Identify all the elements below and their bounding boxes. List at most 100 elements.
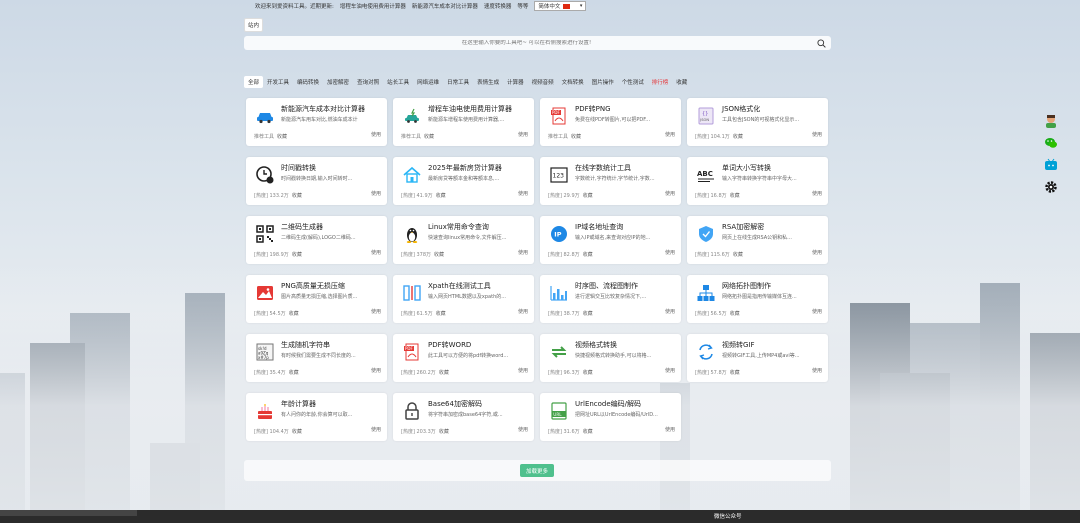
- tool-title[interactable]: Linux常用命令查询: [428, 222, 489, 232]
- avatar-icon[interactable]: [1043, 113, 1059, 129]
- favorite-link[interactable]: 收藏: [439, 370, 449, 376]
- gear-icon[interactable]: [1043, 179, 1059, 195]
- favorite-link[interactable]: 收藏: [730, 193, 740, 199]
- use-link[interactable]: 使用: [371, 131, 381, 138]
- category-tab[interactable]: 加密解密: [323, 76, 353, 88]
- category-tab[interactable]: 编码转换: [293, 76, 323, 88]
- tool-card[interactable]: 时间戳转换 时间戳转换日期,输入时间转时... [热度] 133.2万 收藏 使用: [246, 157, 387, 205]
- tool-card[interactable]: ABC 单词大小写转换 输入字符串转换字符串中字母大... [热度] 16.8万…: [687, 157, 828, 205]
- use-link[interactable]: 使用: [518, 426, 528, 433]
- category-tab[interactable]: 计算器: [503, 76, 528, 88]
- favorite-link[interactable]: 收藏: [289, 370, 299, 376]
- favorite-link[interactable]: 收藏: [583, 311, 593, 317]
- footer-wechat-label[interactable]: 微信公众号: [714, 512, 742, 520]
- tool-card[interactable]: Base64加密解码 将字符串加密成base64字符,或... [热度] 203…: [393, 393, 534, 441]
- tool-card[interactable]: Xpath在线测试工具 输入网页HTML数据以及xpath的... [热度] 6…: [393, 275, 534, 323]
- favorite-link[interactable]: 收藏: [730, 311, 740, 317]
- category-tab[interactable]: 图片操作: [588, 76, 618, 88]
- tool-title[interactable]: 新能源汽车成本对比计算器: [281, 104, 365, 114]
- tool-card[interactable]: PNG高质量无损压缩 图片高质量无损压缩,选择图片质... [热度] 54.5万…: [246, 275, 387, 323]
- search-button[interactable]: [814, 37, 828, 49]
- tool-card[interactable]: 视频格式转换 快捷视频格式转换助手,可以将格... [热度] 96.3万 收藏 使…: [540, 334, 681, 382]
- favorite-link[interactable]: 收藏: [733, 134, 743, 140]
- category-tab[interactable]: 文档转换: [558, 76, 588, 88]
- tool-card[interactable]: 视频转GIF 视频转GIF工具,上传MP4或avi等... [热度] 57.8万…: [687, 334, 828, 382]
- favorite-link[interactable]: 收藏: [292, 193, 302, 199]
- tool-card[interactable]: 网络拓扑图制作 网络拓扑图是指用传输媒体互连... [热度] 56.5万 收藏 使…: [687, 275, 828, 323]
- tool-card[interactable]: PDF PDF转WORD 此工具可以方便的将pdf转换word... [热度] …: [393, 334, 534, 382]
- tool-card[interactable]: IP IP域名地址查询 输入IP或域名,来查询对应IP的地... [热度] 82…: [540, 216, 681, 264]
- use-link[interactable]: 使用: [518, 131, 528, 138]
- category-tab[interactable]: 表情生成: [473, 76, 503, 88]
- use-link[interactable]: 使用: [812, 131, 822, 138]
- tool-title[interactable]: 增程车油电使用费用计算器: [428, 104, 512, 114]
- use-link[interactable]: 使用: [665, 190, 675, 197]
- tool-title[interactable]: 时间戳转换: [281, 163, 316, 173]
- tool-card[interactable]: 时序图、流程图制作 进行逻辑交互比较复杂情况下,... [热度] 38.7万 收藏…: [540, 275, 681, 323]
- use-link[interactable]: 使用: [371, 426, 381, 433]
- tool-card[interactable]: 123 在线字数统计工具 字数统计,字符统计,字节统计,字数... [热度] 2…: [540, 157, 681, 205]
- search-tab-site[interactable]: 站内: [244, 17, 264, 32]
- tool-card[interactable]: {} JSON JSON格式化 工具包含JSON的可视格式化显示... [热度] …: [687, 98, 828, 146]
- favorite-link[interactable]: 收藏: [277, 134, 287, 140]
- tool-card[interactable]: Linux常用命令查询 快速查询linux常用命令,文件解压... [热度] 3…: [393, 216, 534, 264]
- search-input[interactable]: [244, 40, 809, 46]
- notice-link[interactable]: 速度转换器: [484, 2, 512, 10]
- bilibili-icon[interactable]: [1043, 157, 1059, 173]
- tool-title[interactable]: RSA加密解密: [722, 222, 764, 232]
- tool-title[interactable]: 在线字数统计工具: [575, 163, 631, 173]
- use-link[interactable]: 使用: [665, 367, 675, 374]
- favorite-link[interactable]: 收藏: [583, 252, 593, 258]
- use-link[interactable]: 使用: [665, 249, 675, 256]
- tool-title[interactable]: JSON格式化: [722, 104, 760, 114]
- use-link[interactable]: 使用: [812, 308, 822, 315]
- tool-title[interactable]: IP域名地址查询: [575, 222, 623, 232]
- tool-title[interactable]: 视频格式转换: [575, 340, 617, 350]
- tool-title[interactable]: 2025年最新房贷计算器: [428, 163, 502, 173]
- use-link[interactable]: 使用: [518, 367, 528, 374]
- category-tab[interactable]: 站长工具: [383, 76, 413, 88]
- use-link[interactable]: 使用: [665, 426, 675, 433]
- favorite-link[interactable]: 收藏: [289, 311, 299, 317]
- category-tab[interactable]: 视频音频: [528, 76, 558, 88]
- category-tab[interactable]: 全部: [244, 76, 264, 88]
- tool-title[interactable]: 生成随机字符串: [281, 340, 330, 350]
- category-tab[interactable]: 排行榜: [648, 76, 673, 88]
- tool-title[interactable]: 网络拓扑图制作: [722, 281, 771, 291]
- tool-title[interactable]: Xpath在线测试工具: [428, 281, 491, 291]
- category-tab[interactable]: 收藏: [672, 76, 691, 88]
- wechat-icon[interactable]: [1043, 135, 1059, 151]
- tool-card[interactable]: 新能源汽车成本对比计算器 新能源汽车用车对比,燃油车成本计 推荐工具 收藏 使用: [246, 98, 387, 146]
- language-select[interactable]: 简体中文 ▾: [534, 1, 587, 11]
- use-link[interactable]: 使用: [371, 308, 381, 315]
- tool-title[interactable]: 时序图、流程图制作: [575, 281, 638, 291]
- tool-card[interactable]: PDF PDF转PNG 免费在线PDF转图片,可以把PDF... 推荐工具 收藏 …: [540, 98, 681, 146]
- tool-title[interactable]: PDF转PNG: [575, 104, 611, 114]
- use-link[interactable]: 使用: [812, 249, 822, 256]
- favorite-link[interactable]: 收藏: [424, 134, 434, 140]
- favorite-link[interactable]: 收藏: [292, 252, 302, 258]
- tool-title[interactable]: 单词大小写转换: [722, 163, 771, 173]
- category-tab[interactable]: 查询对照: [353, 76, 383, 88]
- tool-title[interactable]: 二维码生成器: [281, 222, 323, 232]
- favorite-link[interactable]: 收藏: [434, 252, 444, 258]
- tool-card[interactable]: 2025年最新房贷计算器 最新房贷等额本金和等额本息,... [热度] 41.9…: [393, 157, 534, 205]
- category-tab[interactable]: 个性测试: [618, 76, 648, 88]
- use-link[interactable]: 使用: [665, 308, 675, 315]
- use-link[interactable]: 使用: [812, 367, 822, 374]
- tool-card[interactable]: 年龄计算器 有人问你的年龄,你会算可以取... [热度] 104.4万 收藏 使用: [246, 393, 387, 441]
- tool-title[interactable]: Base64加密解码: [428, 399, 482, 409]
- notice-link[interactable]: 新能源汽车成本对比计算器: [412, 2, 478, 10]
- use-link[interactable]: 使用: [371, 367, 381, 374]
- favorite-link[interactable]: 收藏: [439, 429, 449, 435]
- notice-link[interactable]: 增程车油电使用费用计算器: [340, 2, 406, 10]
- category-tab[interactable]: 网络运维: [413, 76, 443, 88]
- favorite-link[interactable]: 收藏: [571, 134, 581, 140]
- favorite-link[interactable]: 收藏: [583, 193, 593, 199]
- tool-card[interactable]: sk!d a9Zq x#7p 生成随机字符串 有时候我们需要生成不同长度的... […: [246, 334, 387, 382]
- tool-card[interactable]: 增程车油电使用费用计算器 新能源车增程车使用费用计算器,... 推荐工具 收藏 使…: [393, 98, 534, 146]
- tool-card[interactable]: URL UrlEncode编码/解码 把网址URL以UrlEncode编码/Ur…: [540, 393, 681, 441]
- load-more-button[interactable]: 加载更多: [520, 464, 554, 477]
- tool-card[interactable]: 二维码生成器 二维码生成(解码),LOGO二维码... [热度] 198.9万收…: [246, 216, 387, 264]
- tool-title[interactable]: PNG高质量无损压缩: [281, 281, 345, 291]
